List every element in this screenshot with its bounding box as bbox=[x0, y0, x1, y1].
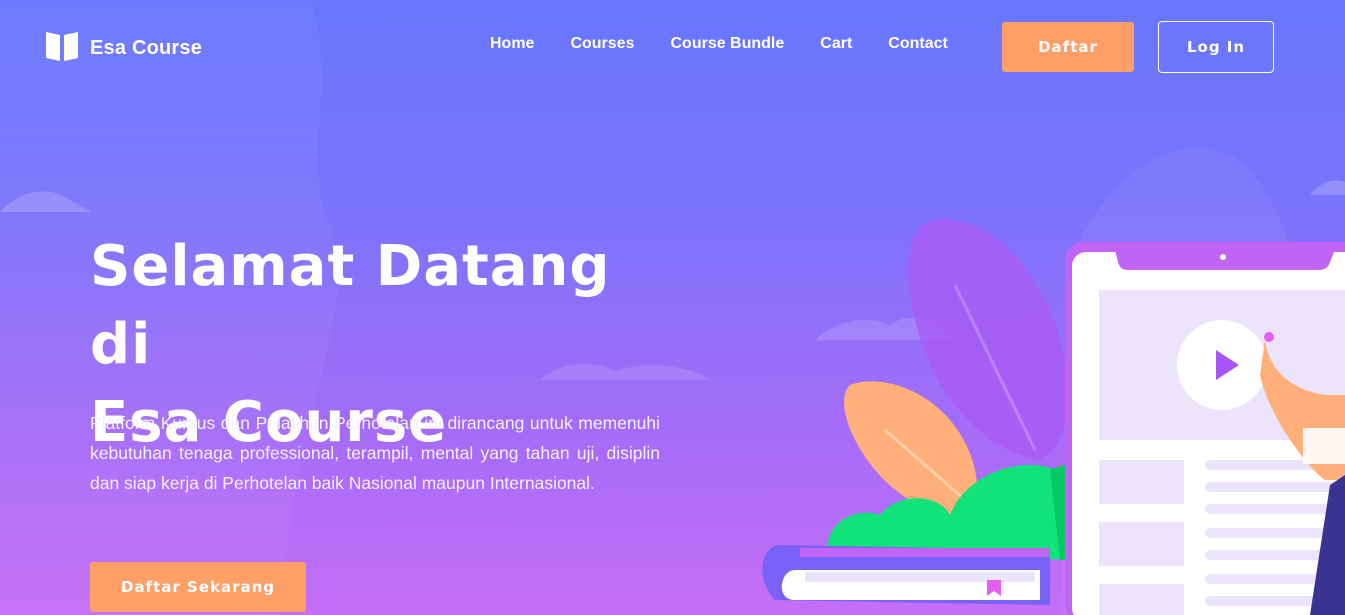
brand-logo-link[interactable]: Esa Course bbox=[44, 30, 202, 67]
open-book-icon bbox=[44, 30, 80, 67]
hero-illustration bbox=[762, 218, 1345, 615]
hero-description: Platform Kursus dan Pelatihan Perhotelan… bbox=[90, 413, 660, 493]
nav-link-courses[interactable]: Courses bbox=[570, 35, 634, 53]
register-now-button[interactable]: Daftar Sekarang bbox=[90, 562, 306, 612]
nav-links: Home Courses Course Bundle Cart Contact bbox=[490, 35, 984, 53]
brand-name: Esa Course bbox=[90, 37, 203, 59]
nav-link-home[interactable]: Home bbox=[490, 35, 534, 53]
hero-title-line1: Selamat Datang di bbox=[90, 234, 611, 377]
nav-link-course-bundle[interactable]: Course Bundle bbox=[670, 35, 784, 53]
register-button[interactable]: Daftar bbox=[1002, 22, 1134, 72]
nav-link-contact[interactable]: Contact bbox=[888, 35, 948, 53]
login-button[interactable]: Log In bbox=[1158, 21, 1274, 73]
nav-link-cart[interactable]: Cart bbox=[820, 35, 852, 53]
navbar: Esa Course Home Courses Course Bundle Ca… bbox=[0, 0, 1345, 92]
